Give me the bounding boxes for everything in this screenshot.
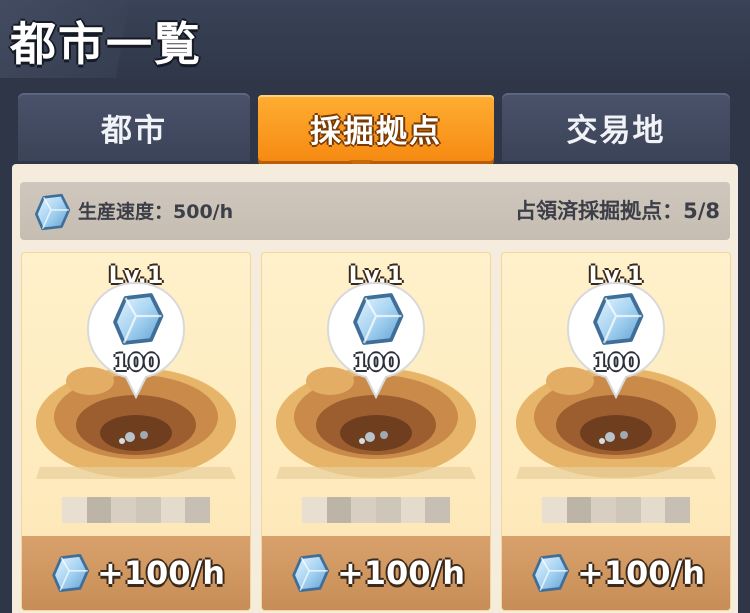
crystal-icon (527, 551, 571, 595)
production-rate-bar: +100/h (502, 536, 730, 610)
page-title: 都市一覧 (10, 17, 202, 71)
crystal-icon (113, 293, 164, 345)
tab-bar: 都市 採掘拠点 交易地 (18, 93, 730, 163)
mining-site-card[interactable]: Lv.1 100 +100/h (501, 252, 731, 611)
site-production-rate: +100/h (96, 554, 226, 592)
production-rate-bar: +100/h (22, 536, 250, 610)
production-rate-bar: +100/h (262, 536, 490, 610)
resource-amount: 100 (593, 351, 639, 376)
tab-cities[interactable]: 都市 (18, 93, 250, 161)
info-bar: 生産速度：500/h 占領済採掘拠点：5/8 (20, 182, 730, 240)
site-production-rate: +100/h (576, 554, 706, 592)
mining-site-card[interactable]: Lv.1 100 +100/h (21, 252, 251, 611)
tab-mining-sites[interactable]: 採掘拠点 (258, 95, 494, 161)
crystal-icon (287, 551, 331, 595)
tab-trading-posts[interactable]: 交易地 (502, 93, 730, 161)
resource-amount: 100 (113, 351, 159, 376)
header-bar: 都市一覧 (0, 0, 750, 78)
redacted-site-name (302, 497, 451, 523)
resource-bubble (86, 281, 186, 400)
site-production-rate: +100/h (336, 554, 466, 592)
occupied-sites-count: 占領済採掘拠点：5/8 (515, 199, 720, 223)
resource-amount: 100 (353, 351, 399, 376)
redacted-site-name (542, 497, 691, 523)
crystal-icon (30, 191, 72, 233)
mining-sites-panel: 生産速度：500/h 占領済採掘拠点：5/8 Lv.1 100 +100/h L… (12, 164, 738, 613)
crystal-icon (353, 293, 404, 345)
resource-bubble (326, 281, 426, 400)
redacted-site-name (62, 497, 211, 523)
production-rate-label: 生産速度：500/h (78, 201, 234, 223)
crystal-icon (47, 551, 91, 595)
crystal-icon (593, 293, 644, 345)
resource-bubble (566, 281, 666, 400)
mining-site-card[interactable]: Lv.1 100 +100/h (261, 252, 491, 611)
